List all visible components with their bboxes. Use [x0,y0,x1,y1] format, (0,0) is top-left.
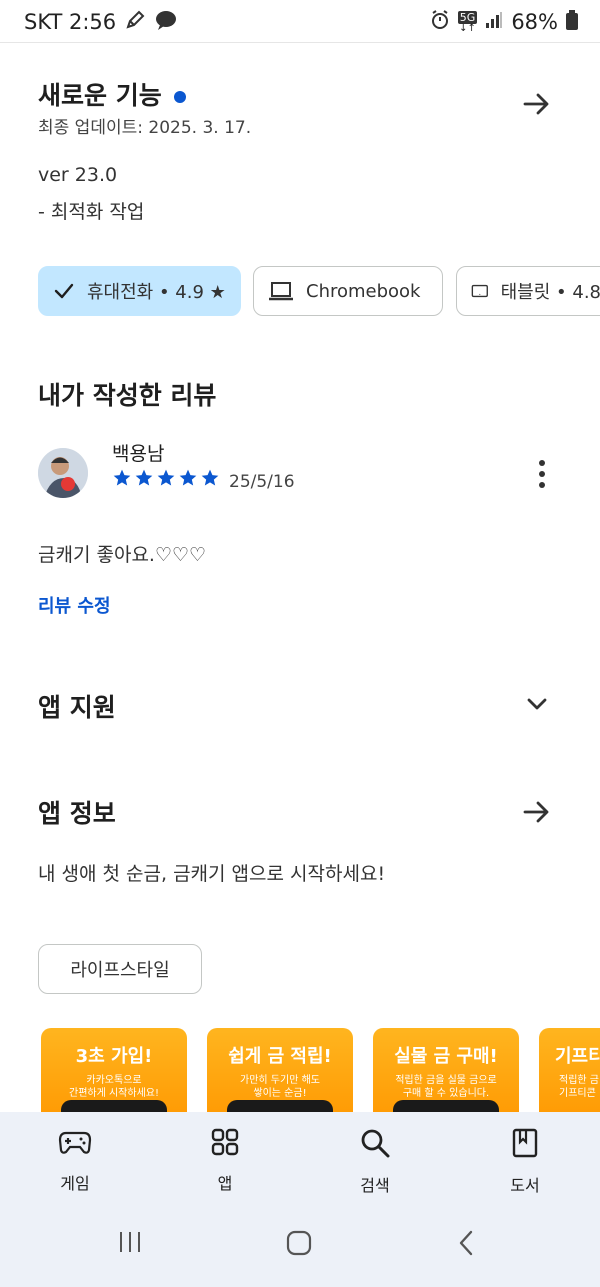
version-text: ver 23.0 [38,164,118,186]
pencil-icon [124,9,146,36]
carrier-time: SKT 2:56 [24,10,117,34]
app-support-title[interactable]: 앱 지원 [38,688,116,724]
app-description: 내 생애 첫 순금, 금캐기 앱으로 시작하세요! [38,863,386,885]
review-text: 금캐기 좋아요.♡♡♡ [38,544,207,566]
new-indicator-dot [173,91,186,103]
rating-stars [112,468,220,488]
chip-tablet-label: 태블릿 • 4.8 [500,282,600,303]
star-icon [113,469,131,486]
laptop-icon [269,282,293,301]
avatar [38,448,88,498]
status-bar: SKT 2:56 5G ↓↑ 68% [0,0,600,44]
last-updated: 최종 업데이트: 2025. 3. 17. [38,118,252,138]
arrow-right-icon[interactable] [521,88,553,120]
book-icon [512,1128,538,1158]
recent-apps-icon[interactable] [117,1230,143,1254]
more-vert-icon[interactable] [530,458,554,490]
back-icon[interactable] [456,1230,476,1256]
home-icon[interactable] [285,1230,313,1256]
category-tag[interactable]: 라이프스타일 [38,944,202,994]
network-5g-icon: 5G ↓↑ [457,10,478,34]
nav-books[interactable]: 도서 [470,1128,580,1196]
chip-chromebook[interactable]: Chromebook [253,266,443,316]
apps-grid-icon [211,1128,239,1156]
whats-new-title[interactable]: 새로운 기능 [38,76,186,112]
chat-icon [154,9,178,36]
check-icon [54,283,74,299]
nav-search[interactable]: 검색 [320,1128,430,1196]
chip-phone[interactable]: 휴대전화 • 4.9 ★ [38,266,241,316]
battery-icon [566,9,578,35]
nav-apps[interactable]: 앱 [170,1128,280,1194]
star-icon [179,469,197,486]
my-review-title: 내가 작성한 리뷰 [38,381,217,410]
edit-review-link[interactable]: 리뷰 수정 [38,592,111,618]
search-icon [361,1129,390,1158]
arrow-right-icon[interactable] [521,796,553,828]
review-date: 25/5/16 [229,472,295,492]
gamepad-icon [58,1131,92,1154]
nav-games[interactable]: 게임 [20,1128,130,1194]
star-icon [201,469,219,486]
alarm-icon [430,9,450,35]
star-icon [157,469,175,486]
chip-tablet[interactable]: 태블릿 • 4.8 [456,266,600,316]
chevron-down-icon[interactable] [521,688,553,720]
tablet-icon [471,284,488,298]
star-icon [135,469,153,486]
battery-level: 68% [511,10,558,34]
review-author: 백용남 [112,443,165,465]
release-notes: - 최적화 작업 [38,201,145,223]
chip-phone-label: 휴대전화 • 4.9 ★ [87,282,226,303]
bottom-navigation: 게임 앱 검색 도서 [0,1112,600,1287]
app-info-title[interactable]: 앱 정보 [38,794,116,830]
chip-chromebook-label: Chromebook [306,280,421,302]
signal-icon [485,10,503,34]
